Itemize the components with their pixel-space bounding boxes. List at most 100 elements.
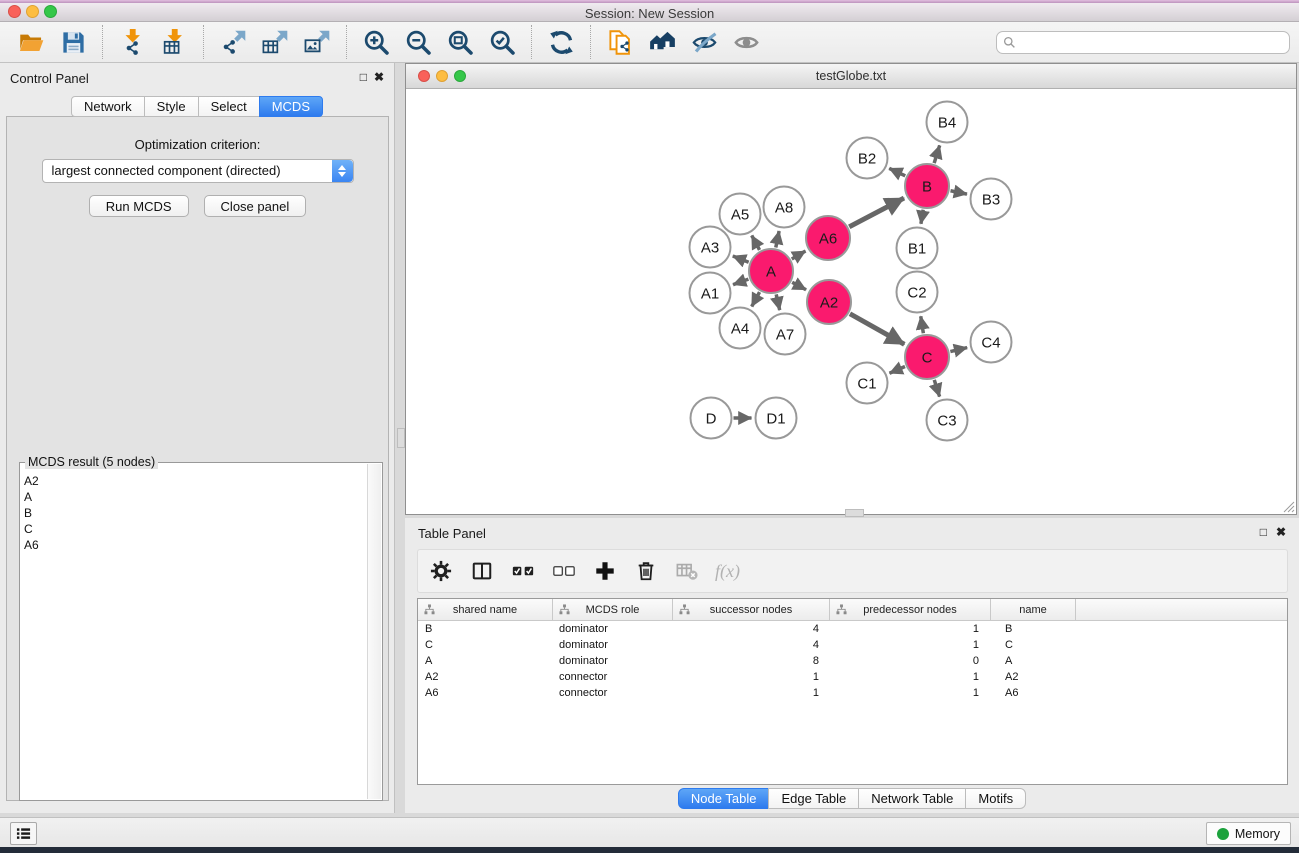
- table-cell[interactable]: 0: [830, 653, 991, 669]
- edge-B-B2[interactable]: [889, 168, 905, 175]
- float-panel-icon[interactable]: □: [360, 70, 367, 84]
- table-row[interactable]: Adominator80A: [418, 653, 1287, 669]
- resize-grip-icon[interactable]: [1282, 500, 1295, 513]
- table-cell[interactable]: A2: [991, 669, 1076, 685]
- import-table-icon[interactable]: [156, 25, 192, 59]
- table-cell[interactable]: 1: [830, 621, 991, 637]
- destroy-table-icon[interactable]: [674, 558, 700, 584]
- table-cell[interactable]: 1: [673, 685, 830, 701]
- table-cell[interactable]: dominator: [553, 653, 673, 669]
- column-header-shared-name[interactable]: shared name: [418, 599, 553, 620]
- open-file-icon[interactable]: [13, 25, 49, 59]
- edge-C-C4[interactable]: [950, 348, 967, 352]
- table-cell[interactable]: 8: [673, 653, 830, 669]
- splitter-handle-vertical[interactable]: [397, 428, 405, 448]
- edge-A-A2[interactable]: [792, 282, 806, 289]
- table-cell[interactable]: B: [418, 621, 553, 637]
- tab-mcds[interactable]: MCDS: [259, 96, 323, 117]
- network-document-icon[interactable]: [602, 25, 638, 59]
- edge-B-B4[interactable]: [934, 145, 940, 163]
- close-panel-icon[interactable]: ✖: [374, 70, 384, 84]
- zoom-in-icon[interactable]: [358, 25, 394, 59]
- table-cell[interactable]: C: [991, 637, 1076, 653]
- table-cell[interactable]: connector: [553, 669, 673, 685]
- table-row[interactable]: A6connector11A6: [418, 685, 1287, 701]
- hide-unselected-icon[interactable]: [686, 25, 722, 59]
- table-cell[interactable]: 4: [673, 637, 830, 653]
- table-settings-icon[interactable]: [428, 558, 454, 584]
- unselect-all-columns-icon[interactable]: [551, 558, 577, 584]
- network-window-titlebar[interactable]: testGlobe.txt: [406, 64, 1296, 89]
- edge-A6-B[interactable]: [849, 198, 904, 227]
- table-row[interactable]: A2connector11A2: [418, 669, 1287, 685]
- table-cell[interactable]: connector: [553, 685, 673, 701]
- tab-node-table[interactable]: Node Table: [678, 788, 770, 809]
- float-table-panel-icon[interactable]: □: [1260, 525, 1267, 539]
- table-cell[interactable]: A: [991, 653, 1076, 669]
- zoom-fit-icon[interactable]: [442, 25, 478, 59]
- edge-A-A1[interactable]: [733, 279, 748, 285]
- show-all-icon[interactable]: [728, 25, 764, 59]
- edge-A2-C[interactable]: [850, 314, 904, 345]
- mcds-result-item[interactable]: A6: [24, 537, 382, 553]
- table-cell[interactable]: 1: [830, 669, 991, 685]
- tab-style[interactable]: Style: [144, 96, 199, 117]
- table-cell[interactable]: A2: [418, 669, 553, 685]
- column-header-successor-nodes[interactable]: successor nodes: [673, 599, 830, 620]
- table-cell[interactable]: 4: [673, 621, 830, 637]
- edge-C-C3[interactable]: [934, 380, 939, 397]
- edge-B-B1[interactable]: [921, 210, 923, 224]
- column-header-MCDS-role[interactable]: MCDS role: [553, 599, 673, 620]
- result-scrollbar[interactable]: [367, 464, 381, 799]
- add-column-icon[interactable]: [592, 558, 618, 584]
- edge-A-A6[interactable]: [792, 251, 806, 259]
- table-cell[interactable]: C: [418, 637, 553, 653]
- table-cell[interactable]: 1: [830, 685, 991, 701]
- close-panel-button[interactable]: Close panel: [204, 195, 307, 217]
- home-icon[interactable]: [644, 25, 680, 59]
- table-cell[interactable]: dominator: [553, 637, 673, 653]
- table-row[interactable]: Cdominator41C: [418, 637, 1287, 653]
- table-cell[interactable]: A: [418, 653, 553, 669]
- column-header-name[interactable]: name: [991, 599, 1076, 620]
- mcds-result-item[interactable]: A2: [24, 473, 382, 489]
- table-row[interactable]: Bdominator41B: [418, 621, 1287, 637]
- edge-C-C2[interactable]: [921, 316, 924, 333]
- task-history-button[interactable]: [10, 822, 37, 845]
- zoom-out-icon[interactable]: [400, 25, 436, 59]
- tab-select[interactable]: Select: [198, 96, 260, 117]
- refresh-view-icon[interactable]: [543, 25, 579, 59]
- export-network-icon[interactable]: [215, 25, 251, 59]
- tab-network[interactable]: Network: [71, 96, 145, 117]
- function-builder-icon[interactable]: f(x): [715, 558, 740, 584]
- table-cell[interactable]: A6: [991, 685, 1076, 701]
- export-table-icon[interactable]: [257, 25, 293, 59]
- tab-network-table[interactable]: Network Table: [858, 788, 966, 809]
- export-image-icon[interactable]: [299, 25, 335, 59]
- mcds-result-item[interactable]: B: [24, 505, 382, 521]
- run-mcds-button[interactable]: Run MCDS: [89, 195, 189, 217]
- table-cell[interactable]: B: [991, 621, 1076, 637]
- edge-C-C1[interactable]: [889, 367, 904, 374]
- splitter-handle-horizontal[interactable]: [845, 509, 864, 517]
- column-header-predecessor-nodes[interactable]: predecessor nodes: [830, 599, 991, 620]
- close-table-panel-icon[interactable]: ✖: [1276, 525, 1286, 539]
- edge-A-A5[interactable]: [752, 236, 760, 250]
- edge-A-A4[interactable]: [752, 292, 760, 306]
- save-session-icon[interactable]: [55, 25, 91, 59]
- table-cell[interactable]: 1: [673, 669, 830, 685]
- select-all-columns-icon[interactable]: [510, 558, 536, 584]
- network-canvas[interactable]: B4B2BB3A5A8A6A3B1AA1C2A2A4A7C4CC1C3DD1: [406, 89, 1296, 514]
- zoom-selected-icon[interactable]: [484, 25, 520, 59]
- criterion-dropdown[interactable]: largest connected component (directed): [42, 159, 354, 183]
- mcds-result-item[interactable]: A: [24, 489, 382, 505]
- edge-B-B3[interactable]: [951, 191, 967, 194]
- show-columns-icon[interactable]: [469, 558, 495, 584]
- table-cell[interactable]: A6: [418, 685, 553, 701]
- import-network-icon[interactable]: [114, 25, 150, 59]
- memory-button[interactable]: Memory: [1206, 822, 1291, 845]
- tab-edge-table[interactable]: Edge Table: [768, 788, 859, 809]
- table-cell[interactable]: dominator: [553, 621, 673, 637]
- delete-columns-icon[interactable]: [633, 558, 659, 584]
- edge-A-A8[interactable]: [776, 231, 779, 247]
